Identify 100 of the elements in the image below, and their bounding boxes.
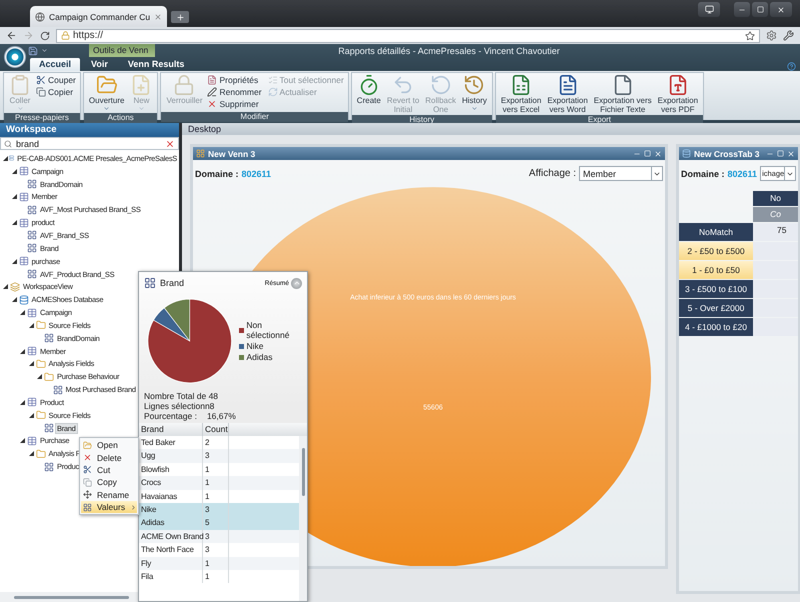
table-row[interactable]: Ugg 3: [139, 449, 299, 463]
minimize-button[interactable]: [734, 2, 750, 17]
monitor-icon: [704, 5, 714, 14]
row-header[interactable]: 5 - Over £2000: [679, 299, 753, 317]
context-tab[interactable]: Outils de Venn: [89, 44, 155, 57]
app-logo[interactable]: [4, 46, 26, 68]
menu-item[interactable]: Rename: [81, 488, 137, 501]
ribbon-button[interactable]: Propriétés: [206, 74, 263, 86]
expand-arrow-icon[interactable]: [20, 438, 25, 444]
lock-icon: [61, 31, 70, 40]
ribbon-button[interactable]: Exportation vers Fichier Texte: [592, 74, 654, 114]
ribbon-button[interactable]: History: [460, 74, 489, 114]
ribbon-button[interactable]: Renommer: [206, 86, 263, 98]
pen-icon: [207, 87, 218, 97]
expand-arrow-icon[interactable]: [37, 374, 42, 380]
expand-arrow-icon[interactable]: [12, 194, 16, 200]
layers-icon: [10, 282, 20, 292]
menu-item[interactable]: Cut: [81, 464, 137, 476]
expand-arrow-icon[interactable]: [28, 322, 34, 328]
maximize-icon[interactable]: [644, 150, 651, 157]
help-icon[interactable]: [787, 62, 796, 71]
ribbon-button[interactable]: Exportation vers Word: [545, 74, 590, 114]
expand-arrow-icon[interactable]: [28, 412, 34, 418]
desktop-tab[interactable]: Desktop: [182, 123, 800, 135]
window-icon: [196, 149, 205, 158]
back-icon[interactable]: [6, 30, 17, 41]
folder-icon: [36, 448, 46, 459]
expand-arrow-icon[interactable]: [12, 168, 16, 174]
expand-arrow-icon[interactable]: [12, 297, 16, 302]
copy-icon: [83, 478, 92, 487]
legend-swatch: [239, 354, 244, 360]
display-dropdown[interactable]: Member: [579, 166, 663, 181]
ribbon-button[interactable]: Ouverture: [86, 74, 126, 112]
table-row[interactable]: Fly 1: [139, 556, 299, 570]
ribbon-tab[interactable]: Venn Results: [118, 58, 194, 71]
table-row[interactable]: Nike 3: [139, 502, 299, 516]
cross-icon: [207, 99, 218, 109]
expand-arrow-icon[interactable]: [28, 451, 34, 456]
ribbon-tab[interactable]: Voir: [82, 58, 117, 71]
row-header[interactable]: NoMatch: [679, 223, 753, 241]
star-icon[interactable]: [745, 30, 755, 40]
reload-icon[interactable]: [40, 30, 50, 40]
expand-arrow-icon[interactable]: [28, 361, 34, 366]
expand-arrow-icon[interactable]: [20, 348, 25, 354]
save-icon[interactable]: [28, 46, 38, 56]
table-icon: [27, 308, 37, 318]
table-row[interactable]: ACME Own Brand 3: [139, 530, 299, 544]
expand-arrow-icon[interactable]: [20, 310, 25, 316]
table-row[interactable]: Havaianas 1: [139, 490, 299, 503]
table-cell: [753, 280, 798, 298]
close-icon[interactable]: [787, 150, 796, 158]
refresh-icon: [268, 87, 278, 97]
table-row[interactable]: Adidas 5: [139, 516, 299, 530]
expand-arrow-icon[interactable]: [12, 258, 16, 264]
caret-icon[interactable]: [41, 47, 48, 54]
menu-item[interactable]: Delete: [81, 451, 137, 464]
new-tab-button[interactable]: [171, 11, 190, 23]
close-button[interactable]: [770, 2, 792, 17]
row-header[interactable]: 2 - £50 to £500: [679, 242, 753, 260]
panel-title: Workspace: [0, 123, 179, 137]
menu-item[interactable]: Valeurs: [81, 500, 137, 514]
table-cell: Fila: [139, 570, 203, 584]
expand-arrow-icon[interactable]: [3, 284, 8, 290]
checklist-icon: [268, 75, 278, 85]
search-field[interactable]: brand: [0, 137, 179, 150]
row-header[interactable]: 1 - £0 to £50: [679, 261, 753, 279]
expand-arrow-icon[interactable]: [20, 400, 25, 405]
table-row[interactable]: Crocs 1: [139, 476, 299, 490]
menu-item[interactable]: Copy: [81, 476, 137, 489]
ribbon-tab[interactable]: Accueil: [30, 58, 80, 71]
ribbon-button[interactable]: Exportation vers PDF: [656, 74, 700, 114]
expand-arrow-icon[interactable]: [12, 220, 16, 226]
column-subheader: Co: [753, 207, 798, 222]
row-header[interactable]: 3 - £500 to £100: [679, 280, 753, 298]
settings-icon[interactable]: [766, 30, 777, 41]
menu-item[interactable]: Open: [81, 439, 137, 452]
address-field[interactable]: https://: [56, 28, 760, 42]
screen-button[interactable]: [698, 2, 720, 17]
folder-icon: [36, 320, 46, 330]
table-icon: [27, 397, 37, 408]
wrench-icon[interactable]: [783, 30, 794, 41]
close-icon[interactable]: [154, 12, 162, 20]
row-header[interactable]: 4 - £1000 to £20: [679, 318, 753, 336]
maximize-button[interactable]: [752, 2, 768, 17]
clipboard-icon: [9, 74, 31, 96]
ribbon-button[interactable]: Couper: [35, 74, 77, 86]
grid-icon: [83, 502, 92, 512]
clear-icon[interactable]: [165, 138, 175, 148]
display-label: Affichage :: [528, 168, 576, 179]
browser-tab[interactable]: Campaign Commander Cu: [30, 6, 168, 27]
close-icon: [777, 6, 785, 14]
ribbon-button[interactable]: Supprimer: [206, 98, 263, 110]
ribbon-button[interactable]: Copier: [35, 86, 77, 98]
expand-arrow-icon[interactable]: [3, 156, 8, 161]
ribbon-button[interactable]: Exportation vers Excel: [498, 74, 544, 114]
close-icon[interactable]: [654, 150, 662, 158]
table-row[interactable]: Ted Baker 2: [139, 436, 299, 450]
ribbon-button[interactable]: Create: [354, 74, 383, 114]
scrollbar[interactable]: [299, 436, 307, 601]
maximize-icon[interactable]: [777, 150, 784, 157]
